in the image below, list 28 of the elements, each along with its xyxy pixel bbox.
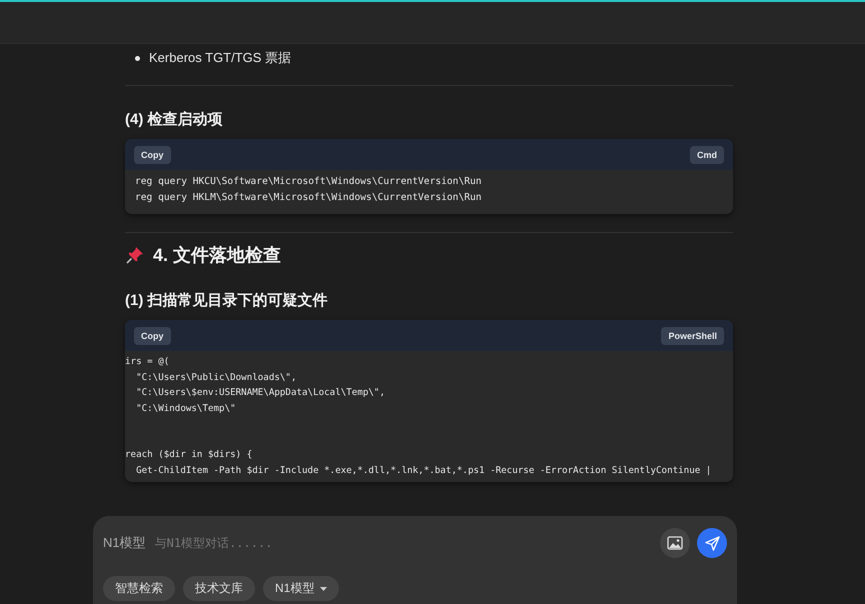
model-dropdown[interactable]: N1模型 [263, 576, 340, 601]
copy-button[interactable]: Copy [134, 326, 170, 344]
code-line: Get-ChildItem -Path $dir -Include *.exe,*.dll,*.lnk,*.bat,*.ps1 -Recurse -ErrorAction SilentlyContinue | [135, 464, 712, 478]
send-icon [704, 536, 720, 550]
code-line: reach ($dir in $dirs) { [125, 448, 254, 462]
copy-button[interactable]: Copy [134, 146, 170, 164]
caret-icon [320, 586, 328, 590]
image-button[interactable] [660, 528, 690, 558]
code-line: "C:\Users\$env:USERNAME\AppData\Local\Temp\", [135, 386, 386, 400]
bullet-item: Kerberos TGT/TGS 票据 [149, 49, 292, 67]
code-line: reg query HKLM\Software\Microsoft\Windows\CurrentVersion\Run [135, 190, 483, 204]
code-line: irs = @( [125, 355, 170, 369]
section-heading: (4) 检查启动项 [125, 110, 224, 129]
section-heading: (1) 扫描常见目录下的可疑文件 [125, 291, 328, 310]
bullet-dot-icon [135, 56, 140, 60]
model-label: N1模型 [103, 534, 146, 552]
pushpin-icon [125, 245, 145, 265]
language-button[interactable]: Cmd [690, 146, 724, 164]
code-line: "C:\Windows\Temp\" [135, 402, 237, 416]
code-line: reg query HKCU\Software\Microsoft\Windows\CurrentVersion\Run [135, 175, 483, 189]
language-button[interactable]: PowerShell [661, 326, 724, 344]
chat-input[interactable]: 与N1模型对话...... [152, 535, 653, 551]
code-line: "C:\Users\Public\Downloads\", [135, 370, 298, 384]
send-button[interactable] [697, 528, 727, 558]
feature-chip[interactable]: 技术文库 [183, 576, 255, 601]
image-icon [667, 536, 683, 550]
feature-chip[interactable]: 智慧检索 [103, 576, 175, 601]
section-heading: 4. 文件落地检查 [153, 244, 282, 267]
